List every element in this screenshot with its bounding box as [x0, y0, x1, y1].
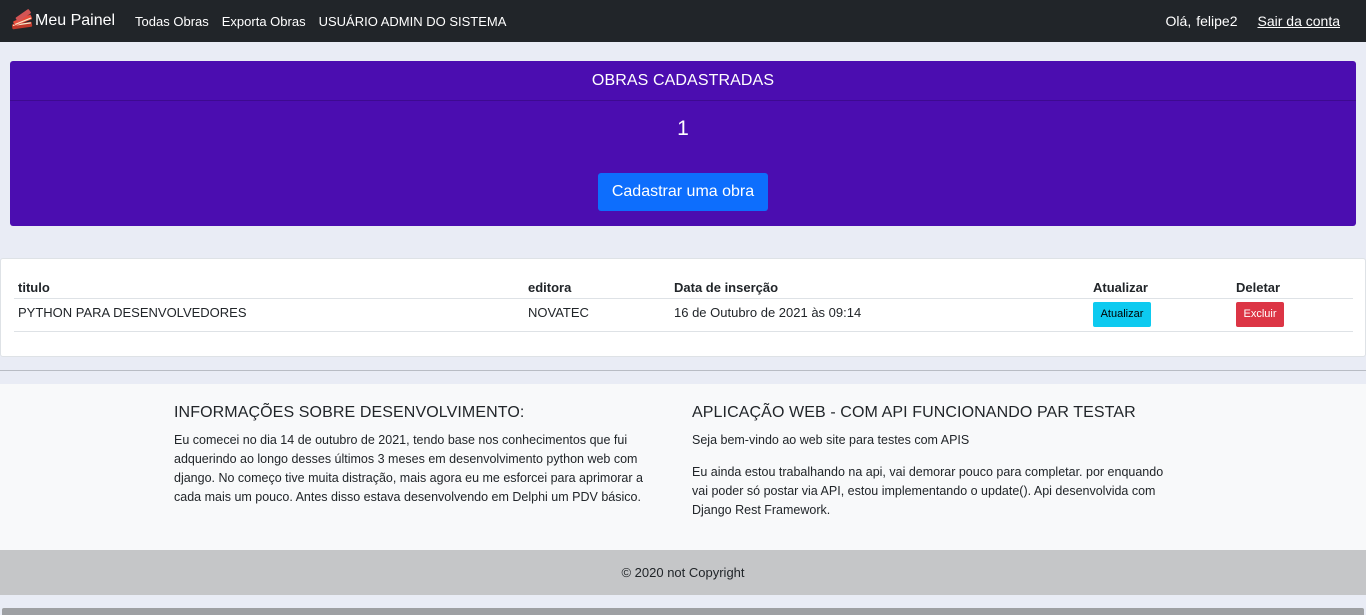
- username: felipe2: [1196, 13, 1238, 29]
- footer: © 2020 not Copyright: [0, 550, 1366, 595]
- api-info-text: Eu ainda estou trabalhando na api, vai d…: [692, 465, 1164, 517]
- works-count: 1: [677, 117, 689, 140]
- column-header-deletar: Deletar: [1232, 275, 1353, 299]
- greeting: Olá, felipe2: [1166, 13, 1238, 29]
- column-header-data: Data de inserção: [670, 275, 1089, 299]
- create-work-button[interactable]: Cadastrar uma obra: [598, 173, 768, 211]
- user-area: Olá, felipe2 Sair da conta: [1166, 0, 1340, 42]
- works-counter-card: OBRAS CADASTRADAS 1 Cadastrar uma obra: [10, 61, 1356, 226]
- dev-info-title: INFORMAÇÕES SOBRE DESENVOLVIMENTO:: [174, 404, 525, 421]
- dev-info-text: Eu comecei no dia 14 de outubro de 2021,…: [174, 433, 643, 504]
- horizontal-scrollbar[interactable]: [2, 608, 1364, 615]
- dev-info-column: INFORMAÇÕES SOBRE DESENVOLVIMENTO: Eu co…: [174, 404, 664, 507]
- info-section: INFORMAÇÕES SOBRE DESENVOLVIMENTO: Eu co…: [0, 384, 1366, 550]
- api-info-column: APLICAÇÃO WEB - COM API FUNCIONANDO PAR …: [692, 404, 1182, 520]
- books-icon: [10, 9, 34, 33]
- cell-editora: NOVATEC: [524, 298, 670, 332]
- nav-link-todas-obras[interactable]: Todas Obras: [135, 14, 209, 29]
- works-table: titulo editora Data de inserção Atualiza…: [14, 275, 1353, 332]
- update-button[interactable]: Atualizar: [1093, 301, 1151, 327]
- counter-card-header: OBRAS CADASTRADAS: [10, 61, 1356, 101]
- column-header-editora: editora: [524, 275, 670, 299]
- brand-link[interactable]: Meu Painel: [10, 0, 115, 42]
- brand-text: Meu Painel: [35, 12, 116, 29]
- nav-link-exporta-obras[interactable]: Exporta Obras: [222, 14, 306, 29]
- nav-link-usuario-admin[interactable]: USUÁRIO ADMIN DO SISTEMA: [319, 14, 507, 29]
- top-navbar: Meu Painel Todas Obras Exporta Obras USU…: [0, 0, 1366, 42]
- cell-titulo: PYTHON PARA DESENVOLVEDORES: [14, 298, 524, 332]
- cell-deletar: Excluir: [1232, 298, 1353, 332]
- copyright-text: © 2020 not Copyright: [621, 565, 745, 580]
- table-row: PYTHON PARA DESENVOLVEDORES NOVATEC 16 d…: [14, 298, 1353, 332]
- column-header-atualizar: Atualizar: [1089, 275, 1232, 299]
- logout-link[interactable]: Sair da conta: [1254, 13, 1341, 29]
- delete-button[interactable]: Excluir: [1236, 301, 1284, 327]
- table-header-row: titulo editora Data de inserção Atualiza…: [14, 275, 1353, 299]
- column-header-titulo: titulo: [14, 275, 524, 299]
- greeting-text: Olá,: [1165, 13, 1192, 29]
- api-info-title: APLICAÇÃO WEB - COM API FUNCIONANDO PAR …: [692, 404, 1136, 421]
- cell-data: 16 de Outubro de 2021 às 09:14: [670, 298, 1089, 332]
- api-info-welcome: Seja bem-vindo ao web site para testes c…: [692, 433, 970, 447]
- section-divider: [0, 370, 1366, 371]
- works-table-panel: titulo editora Data de inserção Atualiza…: [0, 258, 1366, 357]
- cell-atualizar: Atualizar: [1089, 298, 1232, 332]
